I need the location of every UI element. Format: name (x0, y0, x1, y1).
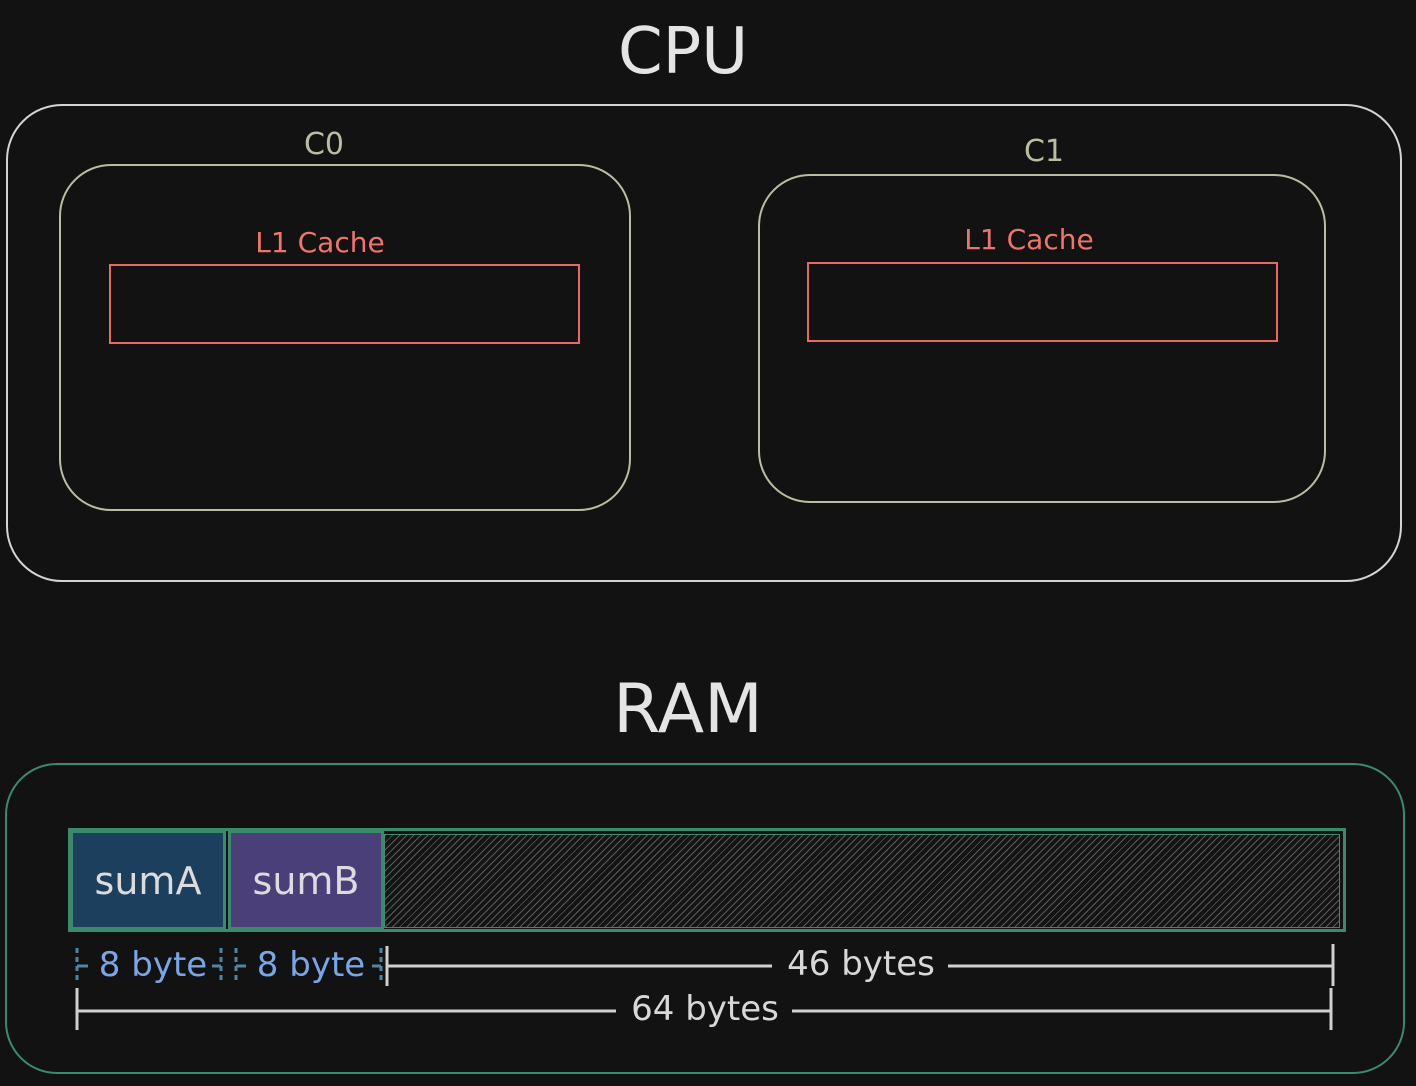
measure-lines (75, 944, 1335, 1030)
measure-rest-label: 46 bytes (774, 944, 948, 984)
measure-sumB-label: 8 byte (256, 945, 366, 985)
measure-sumA-label: 8 byte (98, 945, 208, 985)
measure-total-label: 64 bytes (618, 989, 792, 1029)
